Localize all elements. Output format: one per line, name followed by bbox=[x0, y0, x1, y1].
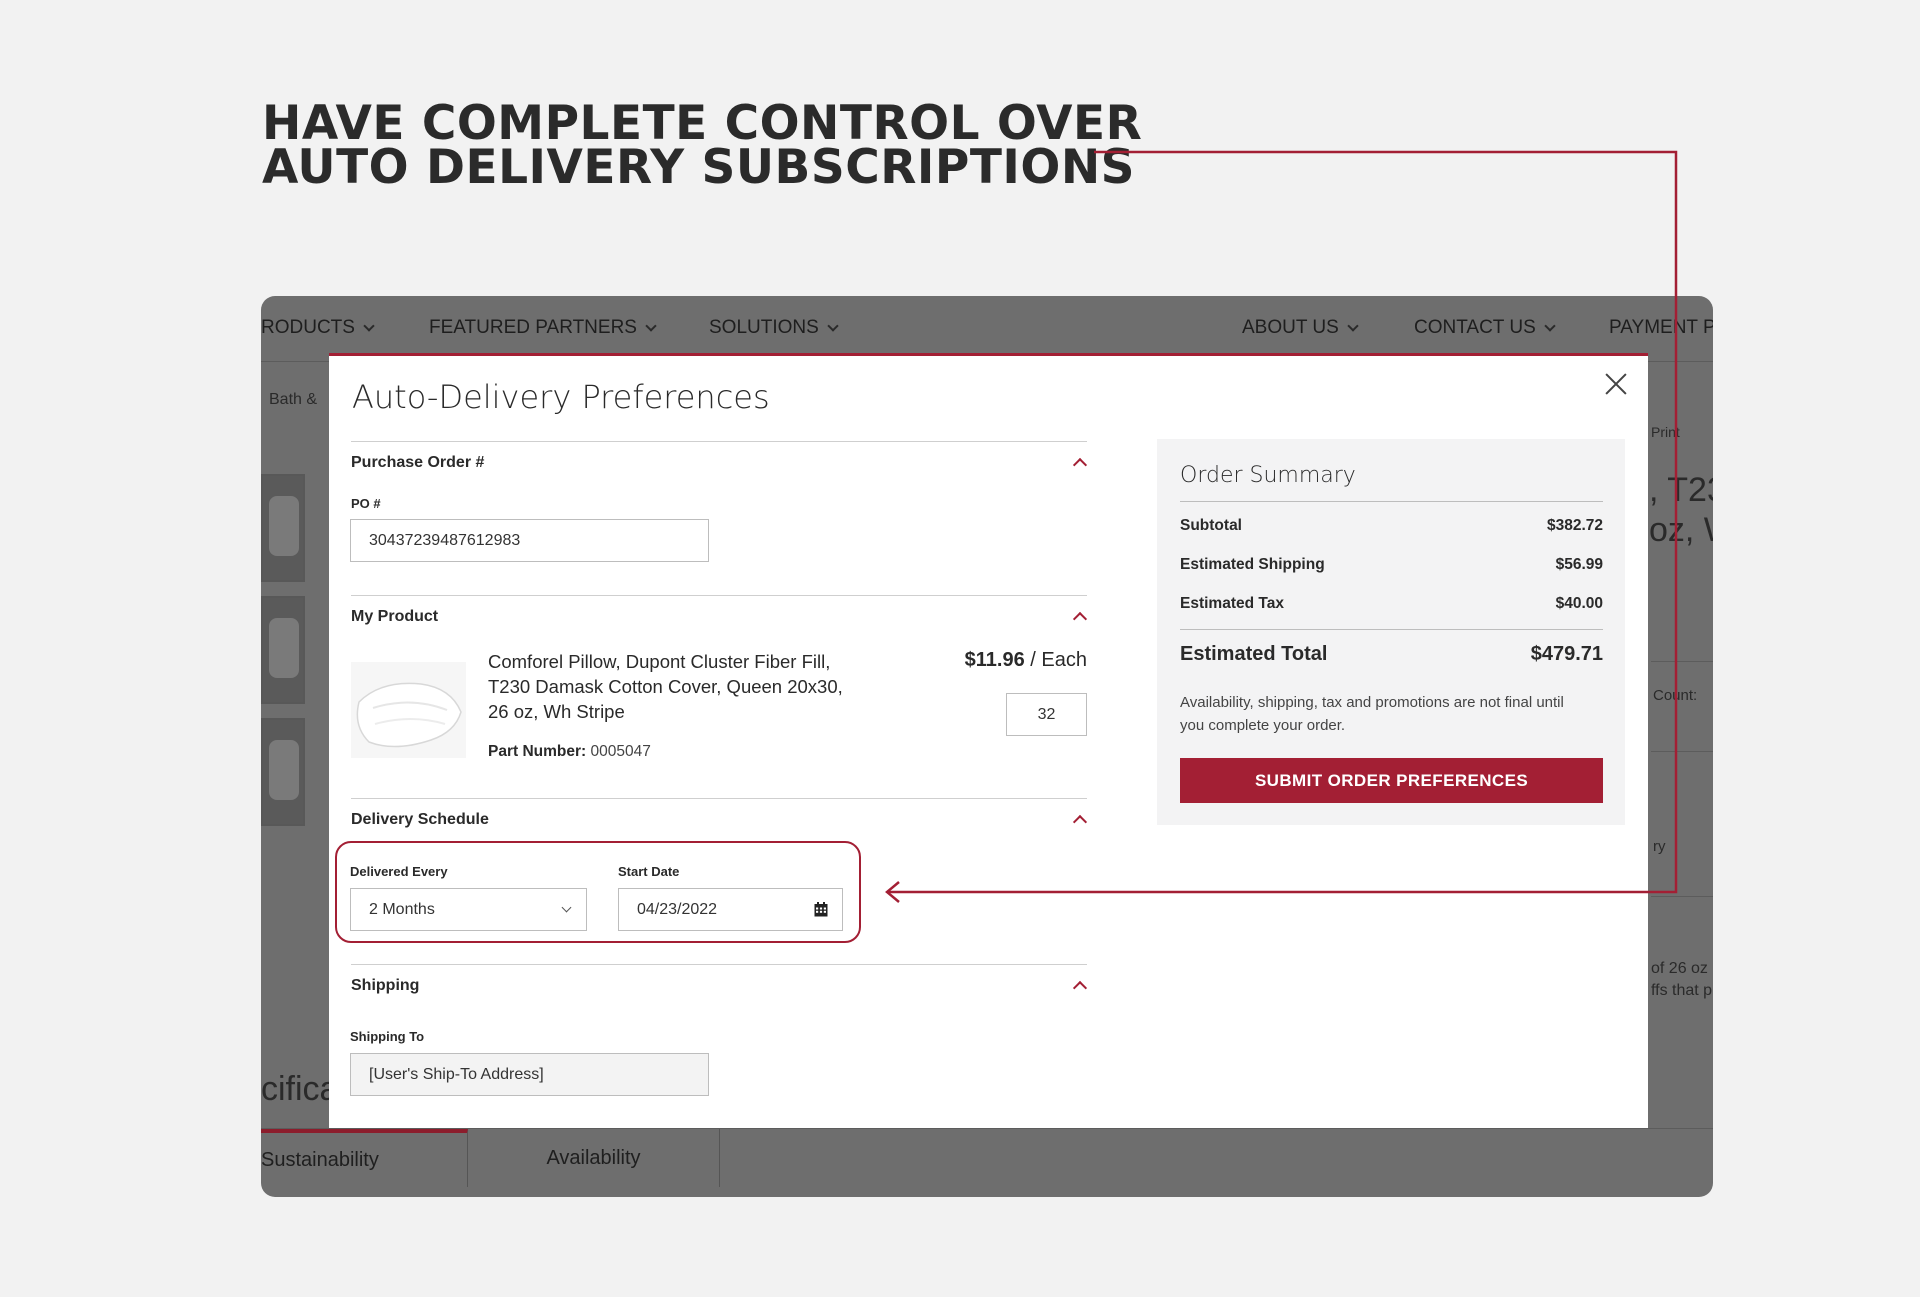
delivered-every-label: Delivered Every bbox=[350, 864, 448, 879]
nav-label: RODUCTS bbox=[261, 317, 355, 338]
part-number-value: 0005047 bbox=[590, 743, 651, 760]
part-number-label: Part Number: bbox=[488, 743, 587, 760]
price-unit: / Each bbox=[1030, 649, 1087, 671]
part-number: Part Number: 0005047 bbox=[488, 743, 651, 761]
my-product-section: My Product Comforel Pillow, Dupont Clust… bbox=[351, 595, 1088, 798]
chevron-down-icon bbox=[363, 319, 375, 332]
po-value: 30437239487612983 bbox=[369, 531, 521, 549]
quantity-value: 32 bbox=[1037, 705, 1056, 723]
start-date-input[interactable]: 04/23/2022 bbox=[618, 888, 843, 931]
auto-delivery-modal: Auto-Delivery Preferences Purchase Order… bbox=[329, 353, 1648, 1128]
delivery-schedule-heading: Delivery Schedule bbox=[351, 811, 489, 828]
nav-item-solutions[interactable]: SOLUTIONS bbox=[709, 317, 839, 339]
chevron-down-icon bbox=[1347, 319, 1359, 332]
headline: HAVE COMPLETE CONTROL OVER AUTO DELIVERY… bbox=[262, 100, 1142, 195]
nav-item-products[interactable]: RODUCTS bbox=[261, 317, 375, 339]
nav-item-contact-us[interactable]: CONTACT US bbox=[1414, 317, 1556, 339]
thumbnail-2[interactable] bbox=[261, 596, 305, 704]
tab-sustainability[interactable]: Sustainability bbox=[261, 1129, 468, 1187]
chevron-down-icon bbox=[1544, 319, 1556, 332]
start-date-label: Start Date bbox=[618, 864, 680, 879]
po-label: PO # bbox=[351, 496, 381, 511]
divider bbox=[1651, 896, 1713, 897]
chevron-down-icon bbox=[827, 319, 839, 332]
nav-item-featured-partners[interactable]: FEATURED PARTNERS bbox=[429, 317, 657, 339]
summary-value: $40.00 bbox=[1555, 595, 1603, 612]
unit-price: $11.96 / Each bbox=[965, 649, 1087, 672]
chevron-down-icon bbox=[561, 902, 572, 913]
summary-label: Estimated Tax bbox=[1180, 595, 1284, 612]
submit-order-preferences-button[interactable]: SUBMIT ORDER PREFERENCES bbox=[1180, 758, 1603, 803]
description-fragment-2: ffs that p bbox=[1651, 982, 1713, 999]
collapse-caret-icon[interactable] bbox=[1072, 814, 1088, 830]
summary-disclaimer: Availability, shipping, tax and promotio… bbox=[1180, 694, 1564, 734]
summary-row-tax: Estimated Tax $40.00 bbox=[1180, 595, 1603, 613]
nav-label: FEATURED PARTNERS bbox=[429, 317, 637, 338]
delivered-every-value: 2 Months bbox=[369, 900, 435, 918]
purchase-order-section: Purchase Order # PO # 30437239487612983 bbox=[350, 441, 1088, 595]
description-fragment-1: of 26 oz bbox=[1651, 960, 1708, 977]
nav-item-payment[interactable]: PAYMENT P bbox=[1609, 317, 1713, 339]
nav-label: CONTACT US bbox=[1414, 317, 1536, 338]
shipping-section: Shipping Shipping To [User's Ship-To Add… bbox=[350, 964, 1088, 1131]
purchase-order-heading: Purchase Order # bbox=[351, 454, 485, 471]
headline-line-2: AUTO DELIVERY SUBSCRIPTIONS bbox=[262, 140, 1136, 195]
nav-item-about-us[interactable]: ABOUT US bbox=[1242, 317, 1359, 339]
product-tabs: Sustainability Availability bbox=[261, 1128, 1713, 1197]
calendar-icon[interactable] bbox=[814, 902, 828, 917]
divider bbox=[1180, 501, 1603, 502]
specifications-heading-fragment: cifica bbox=[261, 1070, 339, 1108]
summary-row-shipping: Estimated Shipping $56.99 bbox=[1180, 556, 1603, 574]
divider bbox=[1651, 661, 1713, 662]
print-link[interactable]: Print bbox=[1651, 424, 1680, 440]
delivered-every-select[interactable]: 2 Months bbox=[350, 888, 587, 931]
tab-label: Sustainability bbox=[261, 1148, 379, 1171]
nav-label: ABOUT US bbox=[1242, 317, 1339, 338]
total-label: Estimated Total bbox=[1180, 643, 1328, 665]
chevron-down-icon bbox=[645, 319, 657, 332]
total-value: $479.71 bbox=[1530, 643, 1603, 665]
quantity-input[interactable]: 32 bbox=[1006, 693, 1087, 736]
count-label: Count: bbox=[1653, 687, 1698, 704]
summary-value: $382.72 bbox=[1546, 517, 1603, 534]
thumbnail-1[interactable] bbox=[261, 474, 305, 582]
order-summary: Order Summary Subtotal $382.72 Estimated … bbox=[1157, 439, 1625, 825]
collapse-caret-icon[interactable] bbox=[1072, 980, 1088, 996]
delivery-schedule-section: Delivery Schedule Delivered Every 2 Mont… bbox=[350, 798, 1088, 964]
summary-label: Subtotal bbox=[1180, 517, 1242, 534]
shipping-to-label: Shipping To bbox=[350, 1029, 425, 1044]
order-summary-title: Order Summary bbox=[1180, 463, 1356, 488]
divider bbox=[1180, 629, 1603, 630]
tab-label: Availability bbox=[546, 1146, 641, 1169]
my-product-heading: My Product bbox=[351, 608, 439, 625]
summary-row-total: Estimated Total $479.71 bbox=[1180, 643, 1603, 666]
shipping-heading: Shipping bbox=[351, 977, 420, 994]
product-title-fragment-2: oz, W bbox=[1649, 511, 1713, 549]
option-fragment: ry bbox=[1653, 838, 1666, 855]
shipping-to-field[interactable]: [User's Ship-To Address] bbox=[350, 1053, 709, 1096]
price-value: $11.96 bbox=[964, 649, 1025, 671]
nav-label: PAYMENT P bbox=[1609, 317, 1713, 338]
pillow-image bbox=[351, 662, 466, 758]
modal-title: Auto-Delivery Preferences bbox=[352, 378, 770, 416]
summary-row-subtotal: Subtotal $382.72 bbox=[1180, 517, 1603, 535]
thumbnail-3[interactable] bbox=[261, 718, 305, 826]
collapse-caret-icon[interactable] bbox=[1072, 457, 1088, 473]
close-icon[interactable] bbox=[1602, 370, 1630, 398]
divider bbox=[1651, 751, 1713, 752]
start-date-value: 04/23/2022 bbox=[637, 900, 718, 918]
nav-label: SOLUTIONS bbox=[709, 317, 819, 338]
breadcrumb[interactable]: Bath & bbox=[269, 391, 317, 409]
product-title-fragment-1: , T23 bbox=[1649, 471, 1713, 509]
po-input[interactable]: 30437239487612983 bbox=[350, 519, 709, 562]
summary-value: $56.99 bbox=[1555, 556, 1603, 573]
shipping-to-value: [User's Ship-To Address] bbox=[369, 1065, 544, 1083]
tab-availability[interactable]: Availability bbox=[468, 1129, 720, 1187]
product-name[interactable]: Comforel Pillow, Dupont Cluster Fiber Fi… bbox=[488, 649, 858, 724]
collapse-caret-icon[interactable] bbox=[1072, 611, 1088, 627]
summary-label: Estimated Shipping bbox=[1180, 556, 1325, 573]
